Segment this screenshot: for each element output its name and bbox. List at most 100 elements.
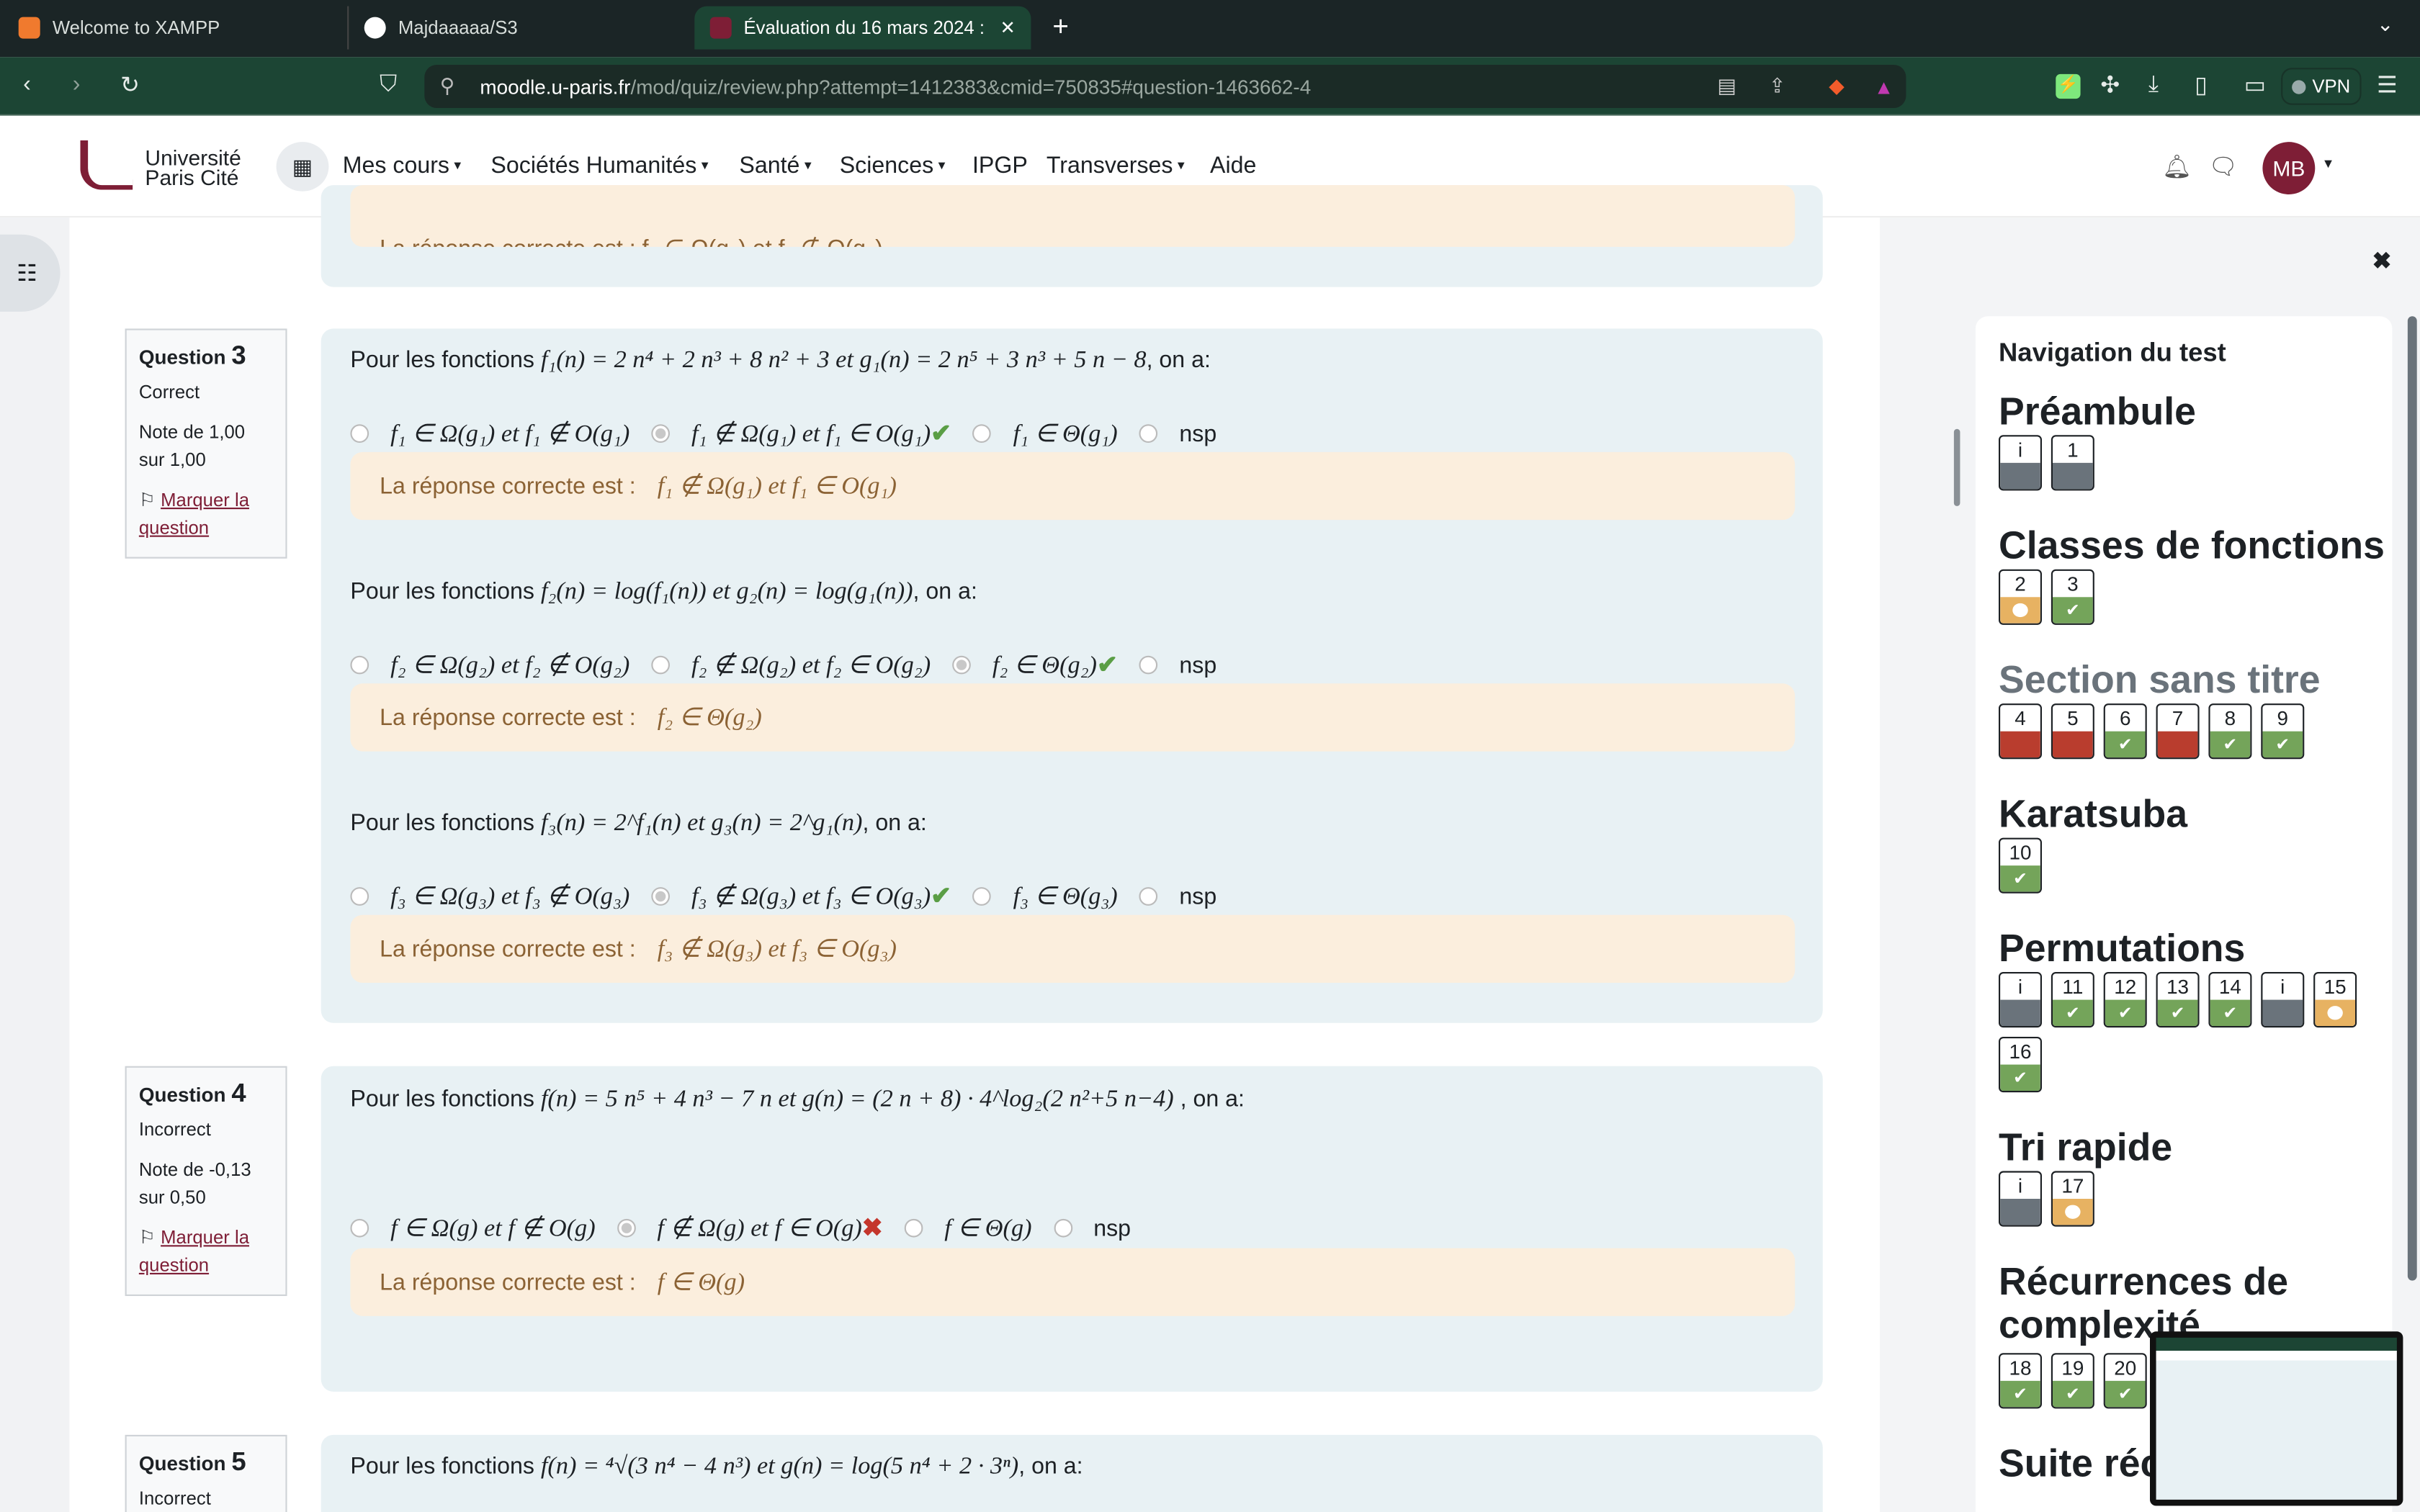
nav-question-button[interactable]: 15 <box>2313 972 2357 1028</box>
tab-github[interactable]: Majdaaaaa/S3 <box>347 6 533 50</box>
radio-button[interactable] <box>904 1218 923 1238</box>
radio-button[interactable] <box>651 887 670 906</box>
nav-question-button[interactable]: 5 <box>2051 703 2094 760</box>
logo-text[interactable]: Université Paris Cité <box>145 147 241 189</box>
nav-question-button[interactable]: 17 <box>2051 1171 2094 1227</box>
nav-question-button[interactable]: 7 <box>2156 703 2200 760</box>
answer-option[interactable]: f₂ ∉ Ω(g₂) et f₂ ∈ O(g₂) <box>651 649 931 680</box>
nav-question-button[interactable]: 2 <box>1999 569 2042 625</box>
answer-option[interactable]: f₃ ∈ Θ(g₃) <box>972 881 1118 912</box>
nav-mes-cours[interactable]: Mes cours ▾ <box>343 153 461 179</box>
flag-icon[interactable]: ⚐ <box>139 1227 156 1248</box>
nav-question-button[interactable]: 11 ✔ <box>2051 972 2094 1028</box>
forward-icon[interactable]: › <box>73 71 81 97</box>
nav-question-button[interactable]: 6 ✔ <box>2103 703 2147 760</box>
radio-button[interactable] <box>972 424 992 443</box>
drawer-scrollbar[interactable] <box>2407 316 2417 1281</box>
radio-button[interactable] <box>350 1218 369 1238</box>
nav-question-button[interactable]: 14 ✔ <box>2208 972 2252 1028</box>
answer-option[interactable]: f₂ ∈ Θ(g₂) ✔ <box>952 649 1118 680</box>
nav-question-button[interactable]: 8 ✔ <box>2208 703 2252 760</box>
user-menu-chevron-icon[interactable]: ▾ <box>2324 156 2332 173</box>
answer-option[interactable]: f₁ ∈ Ω(g₁) et f₁ ∉ O(g₁) <box>350 418 629 449</box>
nav-societes-humanites[interactable]: Sociétés Humanités ▾ <box>490 153 708 179</box>
nav-question-button[interactable]: 1 <box>2051 435 2094 491</box>
answer-option[interactable]: nsp <box>1053 1215 1131 1241</box>
url-bar[interactable]: ⚲ moodle.u-paris.fr/mod/quiz/review.php?… <box>424 65 1906 108</box>
reader-icon[interactable]: ▤ <box>1717 74 1736 99</box>
radio-button[interactable] <box>1139 887 1158 906</box>
radio-button[interactable] <box>1053 1218 1072 1238</box>
answer-option[interactable]: f ∈ Ω(g) et f ∉ O(g) <box>350 1212 596 1243</box>
nav-question-button[interactable]: 9 ✔ <box>2261 703 2305 760</box>
brave-rewards-icon[interactable]: ▲ <box>1874 75 1894 98</box>
answer-option[interactable]: f₂ ∈ Ω(g₂) et f₂ ∉ O(g₂) <box>350 649 629 680</box>
radio-button[interactable] <box>617 1218 636 1238</box>
nav-aide[interactable]: Aide <box>1210 153 1256 179</box>
radio-button[interactable] <box>972 887 992 906</box>
flag-question-link[interactable]: Marquer la question <box>139 489 249 539</box>
answer-option[interactable]: nsp <box>1139 420 1216 446</box>
flag-icon[interactable]: ⚐ <box>139 489 156 510</box>
radio-button[interactable] <box>651 655 670 675</box>
sidebar-icon[interactable]: ▯ <box>2195 71 2208 99</box>
nav-question-button[interactable]: 3 ✔ <box>2051 569 2094 625</box>
wallet-icon[interactable]: ▭ <box>2244 71 2266 99</box>
close-drawer-icon[interactable]: ✖ <box>2372 247 2392 274</box>
answer-option[interactable]: f₁ ∈ Θ(g₁) <box>972 418 1118 449</box>
grid-menu-icon[interactable]: ▦ <box>276 142 329 192</box>
share-icon[interactable]: ⇪ <box>1769 74 1785 99</box>
nav-question-button[interactable]: 10 ✔ <box>1999 837 2042 894</box>
answer-option[interactable]: f ∈ Θ(g) <box>904 1212 1032 1243</box>
nav-question-button[interactable]: 12 ✔ <box>2103 972 2147 1028</box>
messages-icon[interactable]: 🗨︎ <box>2208 153 2238 180</box>
nav-question-button[interactable]: i <box>1999 435 2042 491</box>
answer-option[interactable]: f ∉ Ω(g) et f ∈ O(g) ✖ <box>617 1212 883 1243</box>
answer-option[interactable]: f₃ ∈ Ω(g₃) et f₃ ∉ O(g₃) <box>350 881 629 912</box>
tab-list-chevron-icon[interactable]: ⌄ <box>2377 12 2393 37</box>
avatar[interactable]: MB <box>2262 142 2316 194</box>
radio-button[interactable] <box>350 887 369 906</box>
vpn-button[interactable]: VPN <box>2281 68 2362 105</box>
nav-sciences[interactable]: Sciences ▾ <box>840 153 946 179</box>
nav-ipgp[interactable]: IPGP <box>972 153 1028 179</box>
nav-question-button[interactable]: 18 ✔ <box>1999 1353 2042 1409</box>
radio-button[interactable] <box>651 424 670 443</box>
nav-sante[interactable]: Santé ▾ <box>739 153 811 179</box>
nav-transverses[interactable]: Transverses ▾ <box>1047 153 1185 179</box>
site-settings-icon[interactable]: ⚲ <box>440 74 454 99</box>
downloads-icon[interactable]: ⤓ <box>2148 71 2159 97</box>
tab-xampp[interactable]: Welcome to XAMPP <box>3 6 235 50</box>
nav-question-button[interactable]: i <box>1999 1171 2042 1227</box>
brave-shield-icon[interactable]: ◆ <box>1829 74 1844 99</box>
screenshot-thumbnail[interactable] <box>2150 1331 2403 1506</box>
tab-evaluation[interactable]: Évaluation du 16 mars 2024 : ✕ <box>694 6 1031 50</box>
radio-button[interactable] <box>350 424 369 443</box>
flag-question-link[interactable]: Marquer la question <box>139 1227 249 1277</box>
nav-question-button[interactable]: i <box>2261 972 2305 1028</box>
extension-bolt-icon[interactable]: ⚡ <box>2056 73 2081 99</box>
answer-option[interactable]: nsp <box>1139 883 1216 909</box>
radio-button[interactable] <box>952 655 971 675</box>
notifications-bell-icon[interactable]: 🔔︎ <box>2162 153 2192 180</box>
new-tab-button[interactable]: + <box>1052 11 1069 43</box>
nav-question-button[interactable]: i <box>1999 972 2042 1028</box>
answer-option[interactable]: f₁ ∉ Ω(g₁) et f₁ ∈ O(g₁) ✔ <box>651 418 951 449</box>
nav-question-button[interactable]: 19 ✔ <box>2051 1353 2094 1409</box>
nav-question-button[interactable]: 16 ✔ <box>1999 1037 2042 1093</box>
nav-question-button[interactable]: 13 ✔ <box>2156 972 2200 1028</box>
back-icon[interactable]: ‹ <box>23 71 31 97</box>
nav-question-button[interactable]: 4 <box>1999 703 2042 760</box>
menu-icon[interactable]: ☰ <box>2377 71 2398 99</box>
upc-logo-icon[interactable] <box>80 140 133 190</box>
close-tab-icon[interactable]: ✕ <box>1000 17 1016 39</box>
radio-button[interactable] <box>1139 655 1158 675</box>
nav-question-button[interactable]: 20 ✔ <box>2103 1353 2147 1409</box>
radio-button[interactable] <box>350 655 369 675</box>
answer-option[interactable]: nsp <box>1139 652 1216 678</box>
bookmark-icon[interactable]: ⛉ <box>380 71 397 97</box>
answer-option[interactable]: f₃ ∉ Ω(g₃) et f₃ ∈ O(g₃) ✔ <box>651 881 951 912</box>
reload-icon[interactable]: ↻ <box>120 71 140 99</box>
radio-button[interactable] <box>1139 424 1158 443</box>
nav-scrollbar[interactable] <box>1953 428 1960 506</box>
